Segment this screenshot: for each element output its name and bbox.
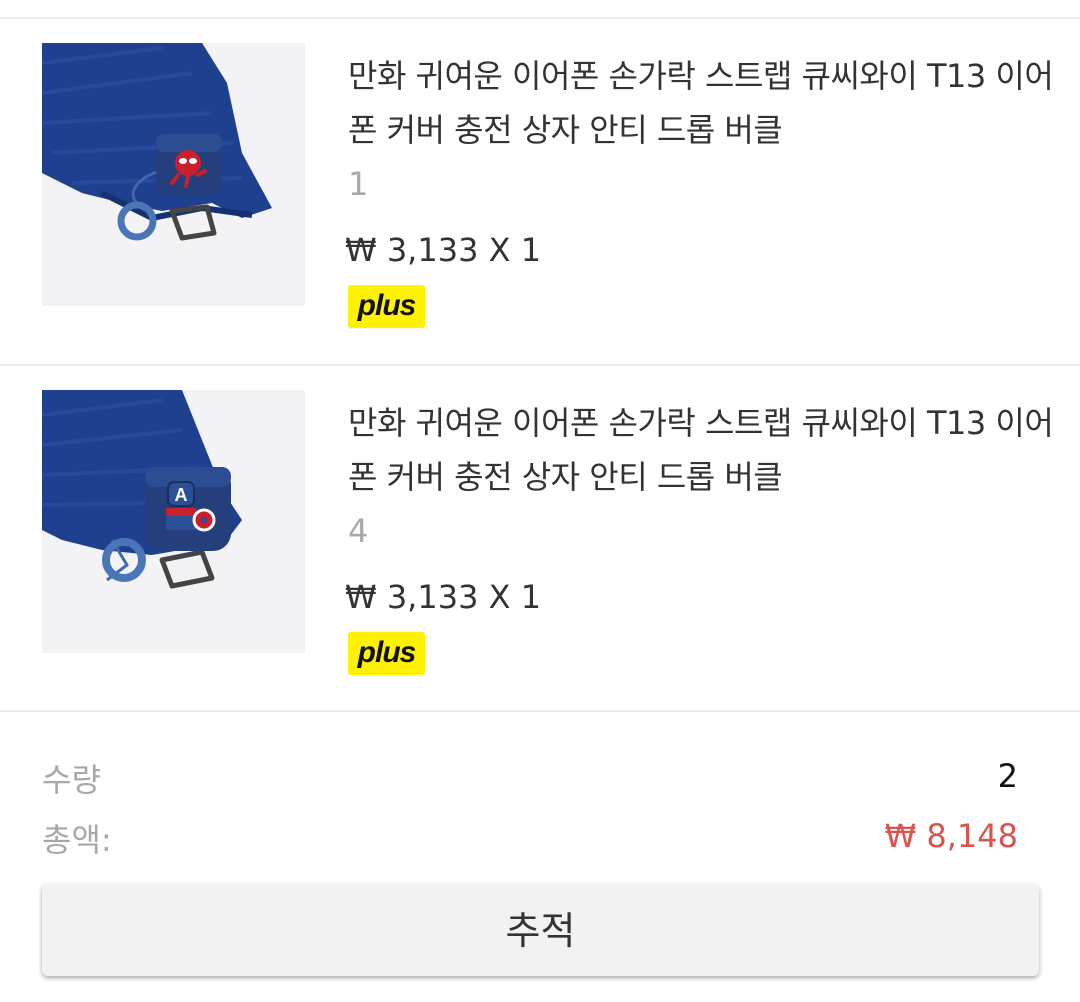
- earphone-case-image: A: [42, 390, 305, 653]
- product-option: 4: [348, 512, 369, 550]
- track-button[interactable]: 추적: [42, 884, 1039, 976]
- quantity-label: 수량: [42, 761, 101, 799]
- product-title[interactable]: 만화 귀여운 이어폰 손가락 스트랩 큐씨와이 T13 이어폰 커버 충전 상자…: [348, 396, 1058, 504]
- order-item[interactable]: A 만화 귀여운 이어폰 손가락 스트랩 큐씨와이 T13 이어폰 커버 충전 …: [0, 366, 1080, 711]
- total-price: ₩ 8,148: [884, 817, 1018, 855]
- product-image[interactable]: [42, 43, 305, 306]
- quantity-value: 2: [997, 757, 1018, 795]
- total-label: 총액:: [42, 821, 112, 859]
- order-item[interactable]: 만화 귀여운 이어폰 손가락 스트랩 큐씨와이 T13 이어폰 커버 충전 상자…: [0, 19, 1080, 364]
- product-price: ₩ 3,133 X 1: [345, 578, 542, 616]
- earphone-case-image: [42, 43, 305, 306]
- product-price: ₩ 3,133 X 1: [345, 231, 542, 269]
- plus-badge: plus: [348, 632, 425, 675]
- product-option: 1: [348, 165, 369, 203]
- svg-text:A: A: [175, 485, 188, 505]
- product-image[interactable]: A: [42, 390, 305, 653]
- summary-divider: [0, 710, 1080, 712]
- plus-badge: plus: [348, 285, 425, 328]
- product-title[interactable]: 만화 귀여운 이어폰 손가락 스트랩 큐씨와이 T13 이어폰 커버 충전 상자…: [348, 49, 1058, 157]
